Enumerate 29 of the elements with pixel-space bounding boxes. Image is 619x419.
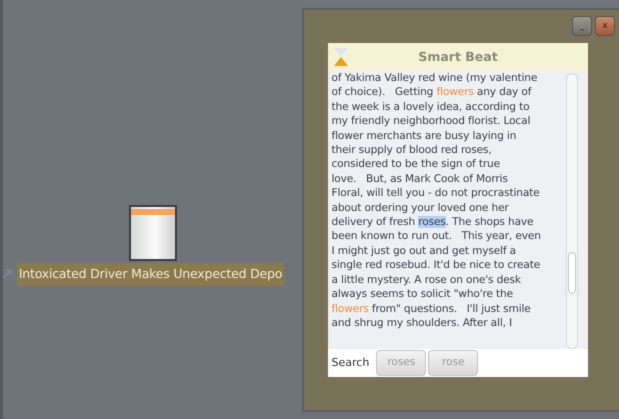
document-icon[interactable] bbox=[128, 205, 176, 261]
text-line: I might just go out and get myself a bbox=[332, 244, 518, 258]
scrollbar[interactable] bbox=[566, 73, 578, 349]
text-line: of Yakima Valley red wine (my valentine bbox=[332, 71, 538, 86]
text-line: single red rosebud. It'd be nice to create bbox=[332, 258, 542, 273]
search-term-button[interactable]: rose bbox=[428, 350, 478, 376]
text-line: their supply of blood red roses, bbox=[332, 143, 493, 158]
desktop-item-label[interactable]: Intoxicated Driver Makes Unexpected Depo bbox=[16, 263, 284, 286]
text-line: Floral, will tell you - do not procrastinate bbox=[332, 186, 541, 201]
text-line: the week is a lovely idea, according to bbox=[332, 100, 530, 114]
text-line: always seems to solicit "who're the bbox=[332, 287, 514, 302]
shortcut-icon bbox=[0, 268, 13, 280]
text-line: a little mystery. A rose on one's desk bbox=[332, 272, 522, 288]
text-line: of choice). Getting flowers any day of bbox=[332, 85, 533, 100]
search-term-button[interactable]: roses bbox=[376, 350, 426, 376]
text-line: my friendly neighborhood florist. Local bbox=[332, 114, 532, 129]
text-line: love. But, as Mark Cook of Morris bbox=[332, 172, 509, 186]
window-title: Smart Beat bbox=[417, 48, 499, 66]
text-line: considered to be the sign of true bbox=[332, 157, 501, 172]
text-line: been known to run out. This year, even bbox=[332, 229, 542, 244]
text-line: and shrug my shoulders. After all, I bbox=[332, 316, 514, 330]
search-label: Search bbox=[332, 354, 370, 371]
close-button[interactable]: x bbox=[595, 16, 615, 36]
text-line: flower merchants are busy laying in bbox=[332, 128, 518, 144]
text-line: delivery of fresh roses. The shops have bbox=[332, 215, 534, 230]
hourglass-icon bbox=[332, 47, 348, 67]
text-line: flowers from" questions. I'll just smile bbox=[332, 302, 532, 316]
text-line: about ordering your loved one her bbox=[332, 200, 510, 216]
minimize-button[interactable]: _ bbox=[572, 16, 592, 36]
